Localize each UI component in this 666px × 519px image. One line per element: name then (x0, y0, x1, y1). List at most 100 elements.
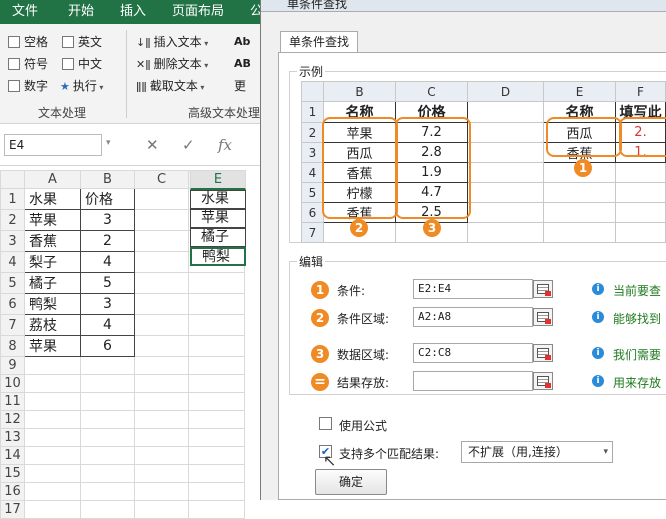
cell-a[interactable]: 荔枝 (24, 314, 81, 336)
row-header[interactable]: 3 (0, 230, 25, 252)
english-checkbox-item[interactable]: 英文 (62, 32, 102, 52)
condition-range-field[interactable]: A2:A8 (413, 307, 533, 327)
range-picker-icon[interactable] (533, 280, 553, 298)
cell-d[interactable] (188, 356, 245, 375)
row-header[interactable]: 6 (0, 293, 25, 315)
row-header[interactable]: 8 (0, 335, 25, 357)
cell-a[interactable]: 水果 (24, 188, 81, 210)
space-checkbox-item[interactable]: 空格 (8, 32, 48, 52)
tab-home[interactable]: 开始 (68, 0, 94, 24)
cell-b[interactable] (80, 428, 135, 447)
row-header[interactable]: 16 (0, 482, 25, 501)
cell-c[interactable] (134, 272, 189, 294)
cell-c[interactable] (134, 356, 189, 375)
number-checkbox[interactable] (8, 80, 20, 92)
cell-b[interactable]: 价格 (80, 188, 135, 210)
cell-a[interactable] (24, 356, 81, 375)
cell-c[interactable] (134, 500, 189, 519)
cell-b[interactable] (80, 410, 135, 429)
row-header[interactable]: 2 (0, 209, 25, 231)
cell-d[interactable] (188, 410, 245, 429)
more-button[interactable]: 更 (234, 76, 246, 96)
cell-c[interactable] (134, 446, 189, 465)
cell-d[interactable] (188, 500, 245, 519)
cell-d[interactable] (188, 314, 245, 336)
cell-d[interactable] (188, 446, 245, 465)
cell-b[interactable]: 2 (80, 230, 135, 252)
cell-b[interactable] (80, 446, 135, 465)
select-all-corner[interactable] (0, 170, 25, 189)
cell-a[interactable] (24, 464, 81, 483)
cell-b[interactable]: 4 (80, 251, 135, 273)
cell-b[interactable] (80, 482, 135, 501)
row-header[interactable]: 11 (0, 392, 25, 411)
expand-mode-select[interactable]: 不扩展（用,连接） ▾ (461, 441, 613, 463)
cell-c[interactable] (134, 482, 189, 501)
row-header[interactable]: 15 (0, 464, 25, 483)
range-picker-icon[interactable] (533, 344, 553, 362)
row-header[interactable]: 17 (0, 500, 25, 519)
row-header[interactable]: 7 (0, 314, 25, 336)
ab-case-button[interactable]: Ab (234, 32, 250, 52)
cell-b[interactable]: 3 (80, 293, 135, 315)
active-cell[interactable]: 鸭梨 (190, 247, 246, 266)
symbol-checkbox[interactable] (8, 58, 20, 70)
cell-b[interactable]: 6 (80, 335, 135, 357)
ok-button[interactable]: 确定 (315, 469, 387, 495)
chinese-checkbox[interactable] (62, 58, 74, 70)
condition-field[interactable]: E2:E4 (413, 279, 533, 299)
insert-function-icon[interactable]: fx (218, 135, 232, 155)
cell-b[interactable]: 3 (80, 209, 135, 231)
cell-a[interactable]: 梨子 (24, 251, 81, 273)
cell-d[interactable] (188, 374, 245, 393)
cell-d[interactable] (188, 482, 245, 501)
range-picker-icon[interactable] (533, 372, 553, 390)
cell-d[interactable] (188, 272, 245, 294)
row-header[interactable]: 5 (0, 272, 25, 294)
cell-a[interactable] (24, 428, 81, 447)
ab-upper-button[interactable]: AB (234, 54, 251, 74)
cell-b[interactable] (80, 356, 135, 375)
cell-d[interactable] (188, 464, 245, 483)
cell-a[interactable]: 苹果 (24, 335, 81, 357)
cell-a[interactable] (24, 392, 81, 411)
cell-a[interactable]: 香蕉 (24, 230, 81, 252)
use-formula-checkbox[interactable] (319, 417, 332, 430)
cell-b[interactable] (80, 392, 135, 411)
symbol-checkbox-item[interactable]: 符号 (8, 54, 48, 74)
row-header[interactable]: 9 (0, 356, 25, 375)
cell-e[interactable]: 苹果 (190, 209, 246, 228)
cell-d[interactable] (188, 392, 245, 411)
tab-page-layout[interactable]: 页面布局 (172, 0, 224, 24)
row-header[interactable]: 14 (0, 446, 25, 465)
cell-c[interactable] (134, 188, 189, 210)
cell-d[interactable] (188, 335, 245, 357)
column-header-a[interactable]: A (24, 170, 81, 189)
cell-a[interactable] (24, 374, 81, 393)
number-checkbox-item[interactable]: 数字 (8, 76, 48, 96)
row-header[interactable]: 4 (0, 251, 25, 273)
data-range-field[interactable]: C2:C8 (413, 343, 533, 363)
cell-b[interactable] (80, 464, 135, 483)
delete-text-button[interactable]: ✕ǁ 删除文本 ▾ (136, 54, 208, 74)
cell-a[interactable] (24, 410, 81, 429)
cell-c[interactable] (134, 428, 189, 447)
range-picker-icon[interactable] (533, 308, 553, 326)
cell-e[interactable]: 水果 (190, 190, 246, 209)
cell-c[interactable] (134, 230, 189, 252)
cell-c[interactable] (134, 293, 189, 315)
row-header[interactable]: 13 (0, 428, 25, 447)
space-checkbox[interactable] (8, 36, 20, 48)
cell-d[interactable] (188, 293, 245, 315)
cancel-icon[interactable]: ✕ (146, 135, 159, 155)
cell-c[interactable] (134, 374, 189, 393)
row-header[interactable]: 1 (0, 188, 25, 210)
cell-c[interactable] (134, 335, 189, 357)
cell-e[interactable]: 橘子 (190, 228, 246, 247)
name-box-dropdown-icon[interactable]: ▾ (106, 138, 111, 148)
cell-b[interactable]: 5 (80, 272, 135, 294)
cell-a[interactable]: 橘子 (24, 272, 81, 294)
cell-c[interactable] (134, 209, 189, 231)
result-location-field[interactable] (413, 371, 533, 391)
cell-a[interactable] (24, 500, 81, 519)
